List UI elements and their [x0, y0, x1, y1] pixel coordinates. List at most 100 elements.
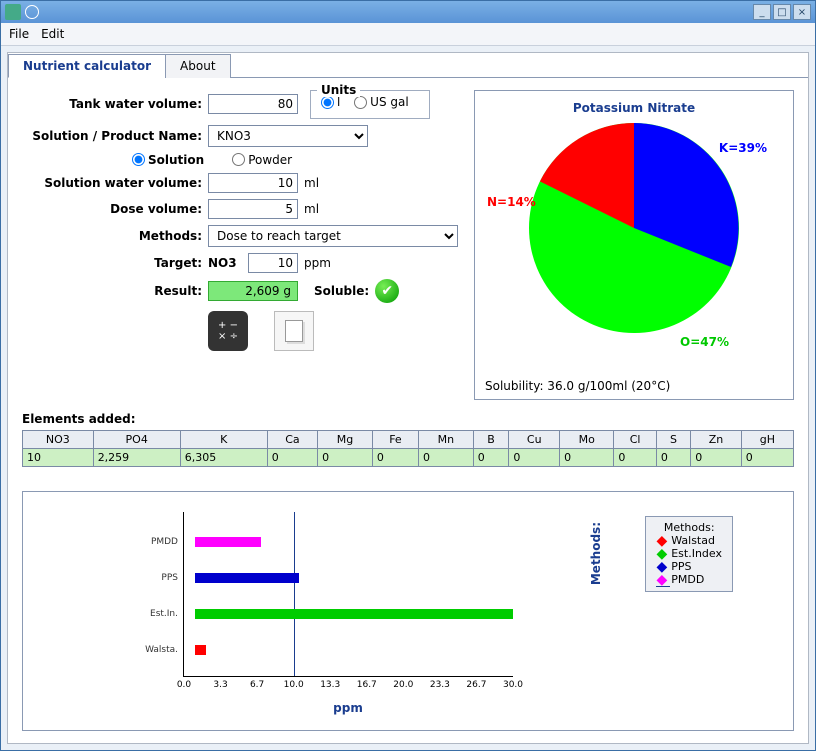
target-value-input[interactable] — [248, 253, 298, 273]
powder-radio[interactable]: Powder — [232, 153, 292, 167]
cell: 0 — [691, 449, 742, 467]
solution-radio[interactable]: Solution — [132, 153, 204, 167]
col-Zn: Zn — [691, 431, 742, 449]
cat-walstad: Walsta. — [145, 645, 178, 655]
cell: 0 — [509, 449, 560, 467]
product-name-select[interactable]: KNO3 — [208, 125, 368, 147]
tab-nutrient-calculator[interactable]: Nutrient calculator — [8, 54, 166, 78]
cell: 0 — [267, 449, 317, 467]
x-tick: 20.0 — [393, 680, 413, 690]
minimize-button[interactable]: _ — [753, 4, 771, 20]
pie-title: Potassium Nitrate — [485, 101, 783, 115]
cell: 0 — [741, 449, 793, 467]
col-Cu: Cu — [509, 431, 560, 449]
methods-select[interactable]: Dose to reach target — [208, 225, 458, 247]
solubility-text: Solubility: 36.0 g/100ml (20°C) — [485, 379, 670, 393]
target-label: Target: — [22, 256, 202, 270]
solution-volume-unit: ml — [304, 176, 319, 190]
methods-bar-chart: PMDD PPS Est.In. Walsta. 0.03.36.710.013… — [183, 512, 513, 677]
x-tick: 16.7 — [357, 680, 377, 690]
pie-label-n: N=14% — [487, 195, 536, 209]
dose-volume-label: Dose volume: — [22, 202, 202, 216]
bar-estin — [195, 609, 513, 619]
legend-dash — [656, 586, 722, 587]
x-tick: 13.3 — [320, 680, 340, 690]
tank-volume-input[interactable] — [208, 94, 298, 114]
bar-pps — [195, 573, 299, 583]
col-B: B — [473, 431, 509, 449]
col-K: K — [180, 431, 267, 449]
close-button[interactable]: × — [793, 4, 811, 20]
tab-about[interactable]: About — [165, 54, 230, 78]
bar-walstad — [195, 645, 206, 655]
cell: 0 — [372, 449, 418, 467]
pie-label-o: O=47% — [680, 335, 729, 349]
dose-volume-unit: ml — [304, 202, 319, 216]
solution-volume-label: Solution water volume: — [22, 176, 202, 190]
menu-file[interactable]: File — [9, 27, 29, 41]
x-tick: 10.0 — [284, 680, 304, 690]
unit-usgal-radio[interactable]: US gal — [354, 95, 409, 109]
solution-volume-input[interactable] — [208, 173, 298, 193]
app-icon — [5, 4, 21, 20]
legend-pmdd: ◆PMDD — [656, 573, 722, 586]
x-tick: 0.0 — [177, 680, 191, 690]
gear-icon — [25, 5, 39, 19]
x-tick: 3.3 — [213, 680, 227, 690]
copy-icon — [285, 320, 303, 342]
col-PO4: PO4 — [93, 431, 180, 449]
target-reference-line — [294, 512, 295, 676]
col-NO3: NO3 — [23, 431, 94, 449]
col-Ca: Ca — [267, 431, 317, 449]
cat-estin: Est.In. — [150, 609, 178, 619]
menubar: File Edit — [1, 23, 815, 46]
cat-pmdd: PMDD — [151, 537, 178, 547]
units-group: Units l US gal — [310, 90, 430, 119]
col-Mg: Mg — [318, 431, 373, 449]
dose-volume-input[interactable] — [208, 199, 298, 219]
x-axis-label: ppm — [183, 701, 513, 715]
pie-chart-box: Potassium Nitrate K=39% O=47% N=14% — [474, 90, 794, 400]
methods-label: Methods: — [22, 229, 202, 243]
cell: 10 — [23, 449, 94, 467]
soluble-label: Soluble: — [314, 284, 369, 298]
cell: 6,305 — [180, 449, 267, 467]
result-value: 2,609 g — [208, 281, 298, 301]
maximize-button[interactable]: □ — [773, 4, 791, 20]
col-S: S — [656, 431, 690, 449]
cell: 2,259 — [93, 449, 180, 467]
tank-volume-label: Tank water volume: — [22, 97, 202, 111]
target-element: NO3 — [208, 256, 242, 270]
cat-pps: PPS — [161, 573, 178, 583]
copy-button[interactable] — [274, 311, 314, 351]
x-tick: 6.7 — [250, 680, 264, 690]
x-tick: 26.7 — [466, 680, 486, 690]
methods-axis-label: Methods: — [589, 522, 603, 585]
table-row: 102,2596,30500000000000 — [23, 449, 794, 467]
pie-chart: K=39% O=47% N=14% — [529, 123, 739, 333]
cell: 0 — [656, 449, 690, 467]
cell: 0 — [614, 449, 656, 467]
cell: 0 — [473, 449, 509, 467]
menu-edit[interactable]: Edit — [41, 27, 64, 41]
cell: 0 — [419, 449, 474, 467]
result-label: Result: — [22, 284, 202, 298]
unit-litres-radio[interactable]: l — [321, 95, 340, 109]
x-tick: 23.3 — [430, 680, 450, 690]
methods-legend: Methods: ◆Walstad ◆Est.Index ◆PPS ◆PMDD — [645, 516, 733, 592]
elements-table: NO3PO4KCaMgFeMnBCuMoClSZngH 102,2596,305… — [22, 430, 794, 467]
cell: 0 — [560, 449, 614, 467]
col-Fe: Fe — [372, 431, 418, 449]
calculate-button[interactable]: + −× ÷ — [208, 311, 248, 351]
col-gH: gH — [741, 431, 793, 449]
elements-added-label: Elements added: — [22, 412, 794, 426]
pie-label-k: K=39% — [719, 141, 767, 155]
units-legend: Units — [317, 83, 360, 97]
cell: 0 — [318, 449, 373, 467]
tabrow: Nutrient calculator About — [8, 53, 808, 78]
bar-pmdd — [195, 537, 261, 547]
col-Mo: Mo — [560, 431, 614, 449]
col-Mn: Mn — [419, 431, 474, 449]
target-unit: ppm — [304, 256, 331, 270]
titlebar: _ □ × — [1, 1, 815, 23]
